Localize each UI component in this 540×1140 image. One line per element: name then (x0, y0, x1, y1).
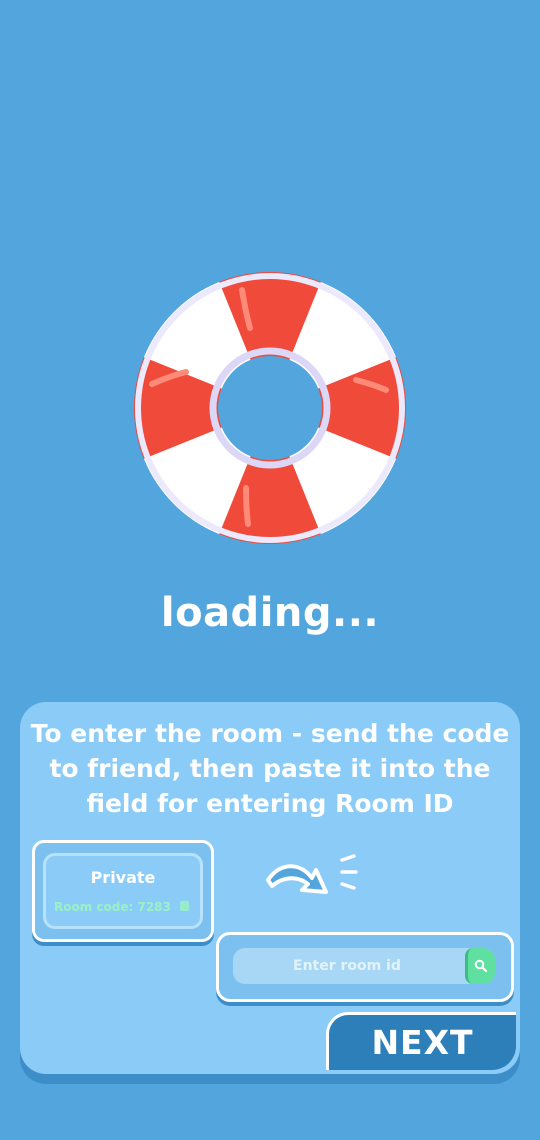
search-button[interactable] (465, 948, 495, 984)
room-panel: To enter the room - send the code to fri… (20, 702, 520, 1074)
next-button[interactable]: NEXT (326, 1012, 516, 1070)
loading-text: loading... (160, 590, 380, 636)
room-id-box (216, 932, 514, 1002)
private-room-inner: Private Room code: 7283 (43, 853, 203, 929)
private-room-card: Private Room code: 7283 (32, 840, 214, 942)
search-icon (474, 959, 488, 973)
instructions-text: To enter the room - send the code to fri… (30, 719, 510, 818)
room-code-text[interactable]: Room code: 7283 (54, 900, 171, 914)
private-title: Private (90, 868, 156, 887)
lifebuoy-icon (134, 272, 406, 544)
room-id-input[interactable] (233, 948, 495, 984)
copy-icon[interactable] (180, 901, 189, 911)
curved-arrow-icon (266, 854, 358, 894)
